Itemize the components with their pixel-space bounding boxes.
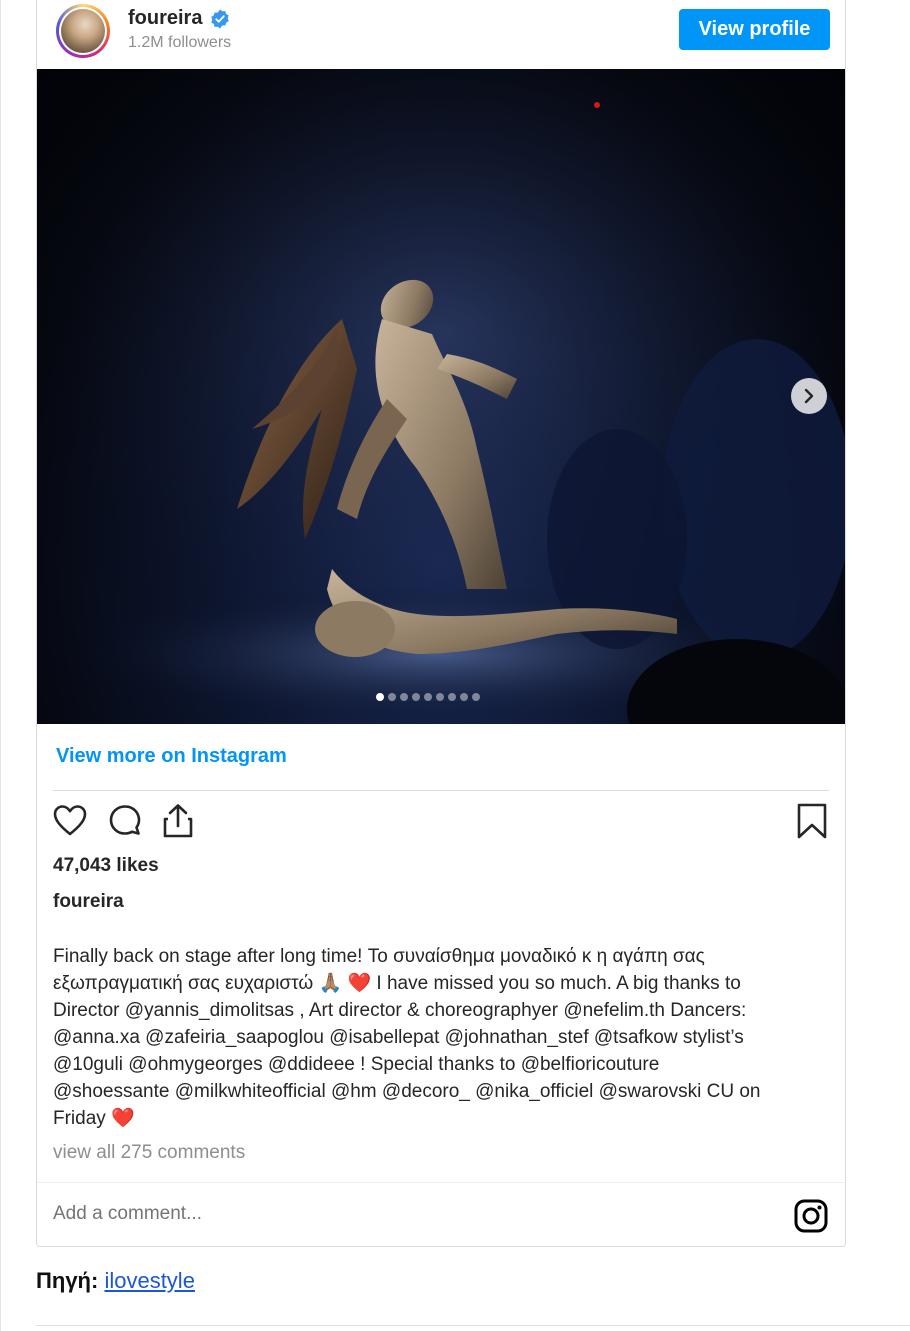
comment-icon[interactable] [107,803,143,839]
source-credit: Πηγή: ilovestyle [36,1268,195,1294]
carousel-dot [376,693,384,701]
carousel-dot [472,693,480,701]
like-count[interactable]: 47,043 likes [53,855,159,877]
bookmark-icon[interactable] [794,803,830,839]
share-icon[interactable] [160,803,196,839]
caption-text: I have missed you so much. A big thanks … [376,973,741,994]
stage-performer-image [37,69,845,724]
caption-line: @10guli @ohmygeorges @ddideee ! Special … [53,1054,660,1075]
comment-divider [37,1182,845,1183]
caption-text: εξωπραγματική σας ευχαριστώ [53,973,314,994]
caption-line: Director @yannis_dimolitsas , Art direct… [53,1000,747,1021]
carousel-dot [412,693,420,701]
avatar[interactable] [56,4,110,58]
caption-text: Friday [53,1108,106,1129]
divider [53,790,829,791]
source-link[interactable]: ilovestyle [104,1268,194,1293]
caption-line: @shoessante @milkwhiteofficial @hm @deco… [53,1081,761,1102]
caption-line: Finally back on stage after long time! Τ… [53,946,705,967]
carousel-dot [436,693,444,701]
carousel-dot [460,693,468,701]
caption-line: Friday ❤️ [53,1105,833,1132]
avatar-image [61,9,105,53]
add-comment-input[interactable] [53,1203,653,1225]
view-profile-button[interactable]: View profile [679,9,830,50]
instagram-embed-card: foureira 1.2M followers View profile Vie… [36,0,846,1247]
chevron-right-icon [804,388,814,404]
red-heart-icon: ❤️ [111,1108,135,1129]
carousel-indicator [376,693,480,701]
username-link[interactable]: foureira [128,7,202,30]
verified-badge-icon [211,9,229,29]
carousel-dot [400,693,408,701]
praying-hands-icon: 🙏🏽 [318,973,343,994]
carousel-dot [424,693,432,701]
carousel-dot [388,693,396,701]
follower-count: 1.2M followers [128,34,232,51]
post-header: foureira 1.2M followers View profile [37,0,845,68]
caption-username[interactable]: foureira [53,891,124,913]
carousel-next-button[interactable] [791,378,827,414]
caption-line: εξωπραγματική σας ευχαριστώ 🙏🏽 ❤️ I have… [53,970,833,997]
heart-icon[interactable] [52,803,88,839]
caption-line: @anna.xa @zafeiria_saapoglou @isabellepa… [53,1027,744,1048]
bottom-divider [36,1325,910,1326]
page-left-border [0,0,1,1331]
carousel-dot [448,693,456,701]
avatar-ring [59,7,107,55]
view-more-on-instagram-link[interactable]: View more on Instagram [56,745,287,768]
source-label: Πηγή: [36,1268,99,1293]
instagram-logo-icon[interactable] [793,1198,829,1234]
red-heart-icon: ❤️ [347,973,372,994]
post-caption: Finally back on stage after long time! Τ… [53,943,833,1132]
view-all-comments-link[interactable]: view all 275 comments [53,1142,245,1164]
post-photo[interactable] [37,69,845,724]
